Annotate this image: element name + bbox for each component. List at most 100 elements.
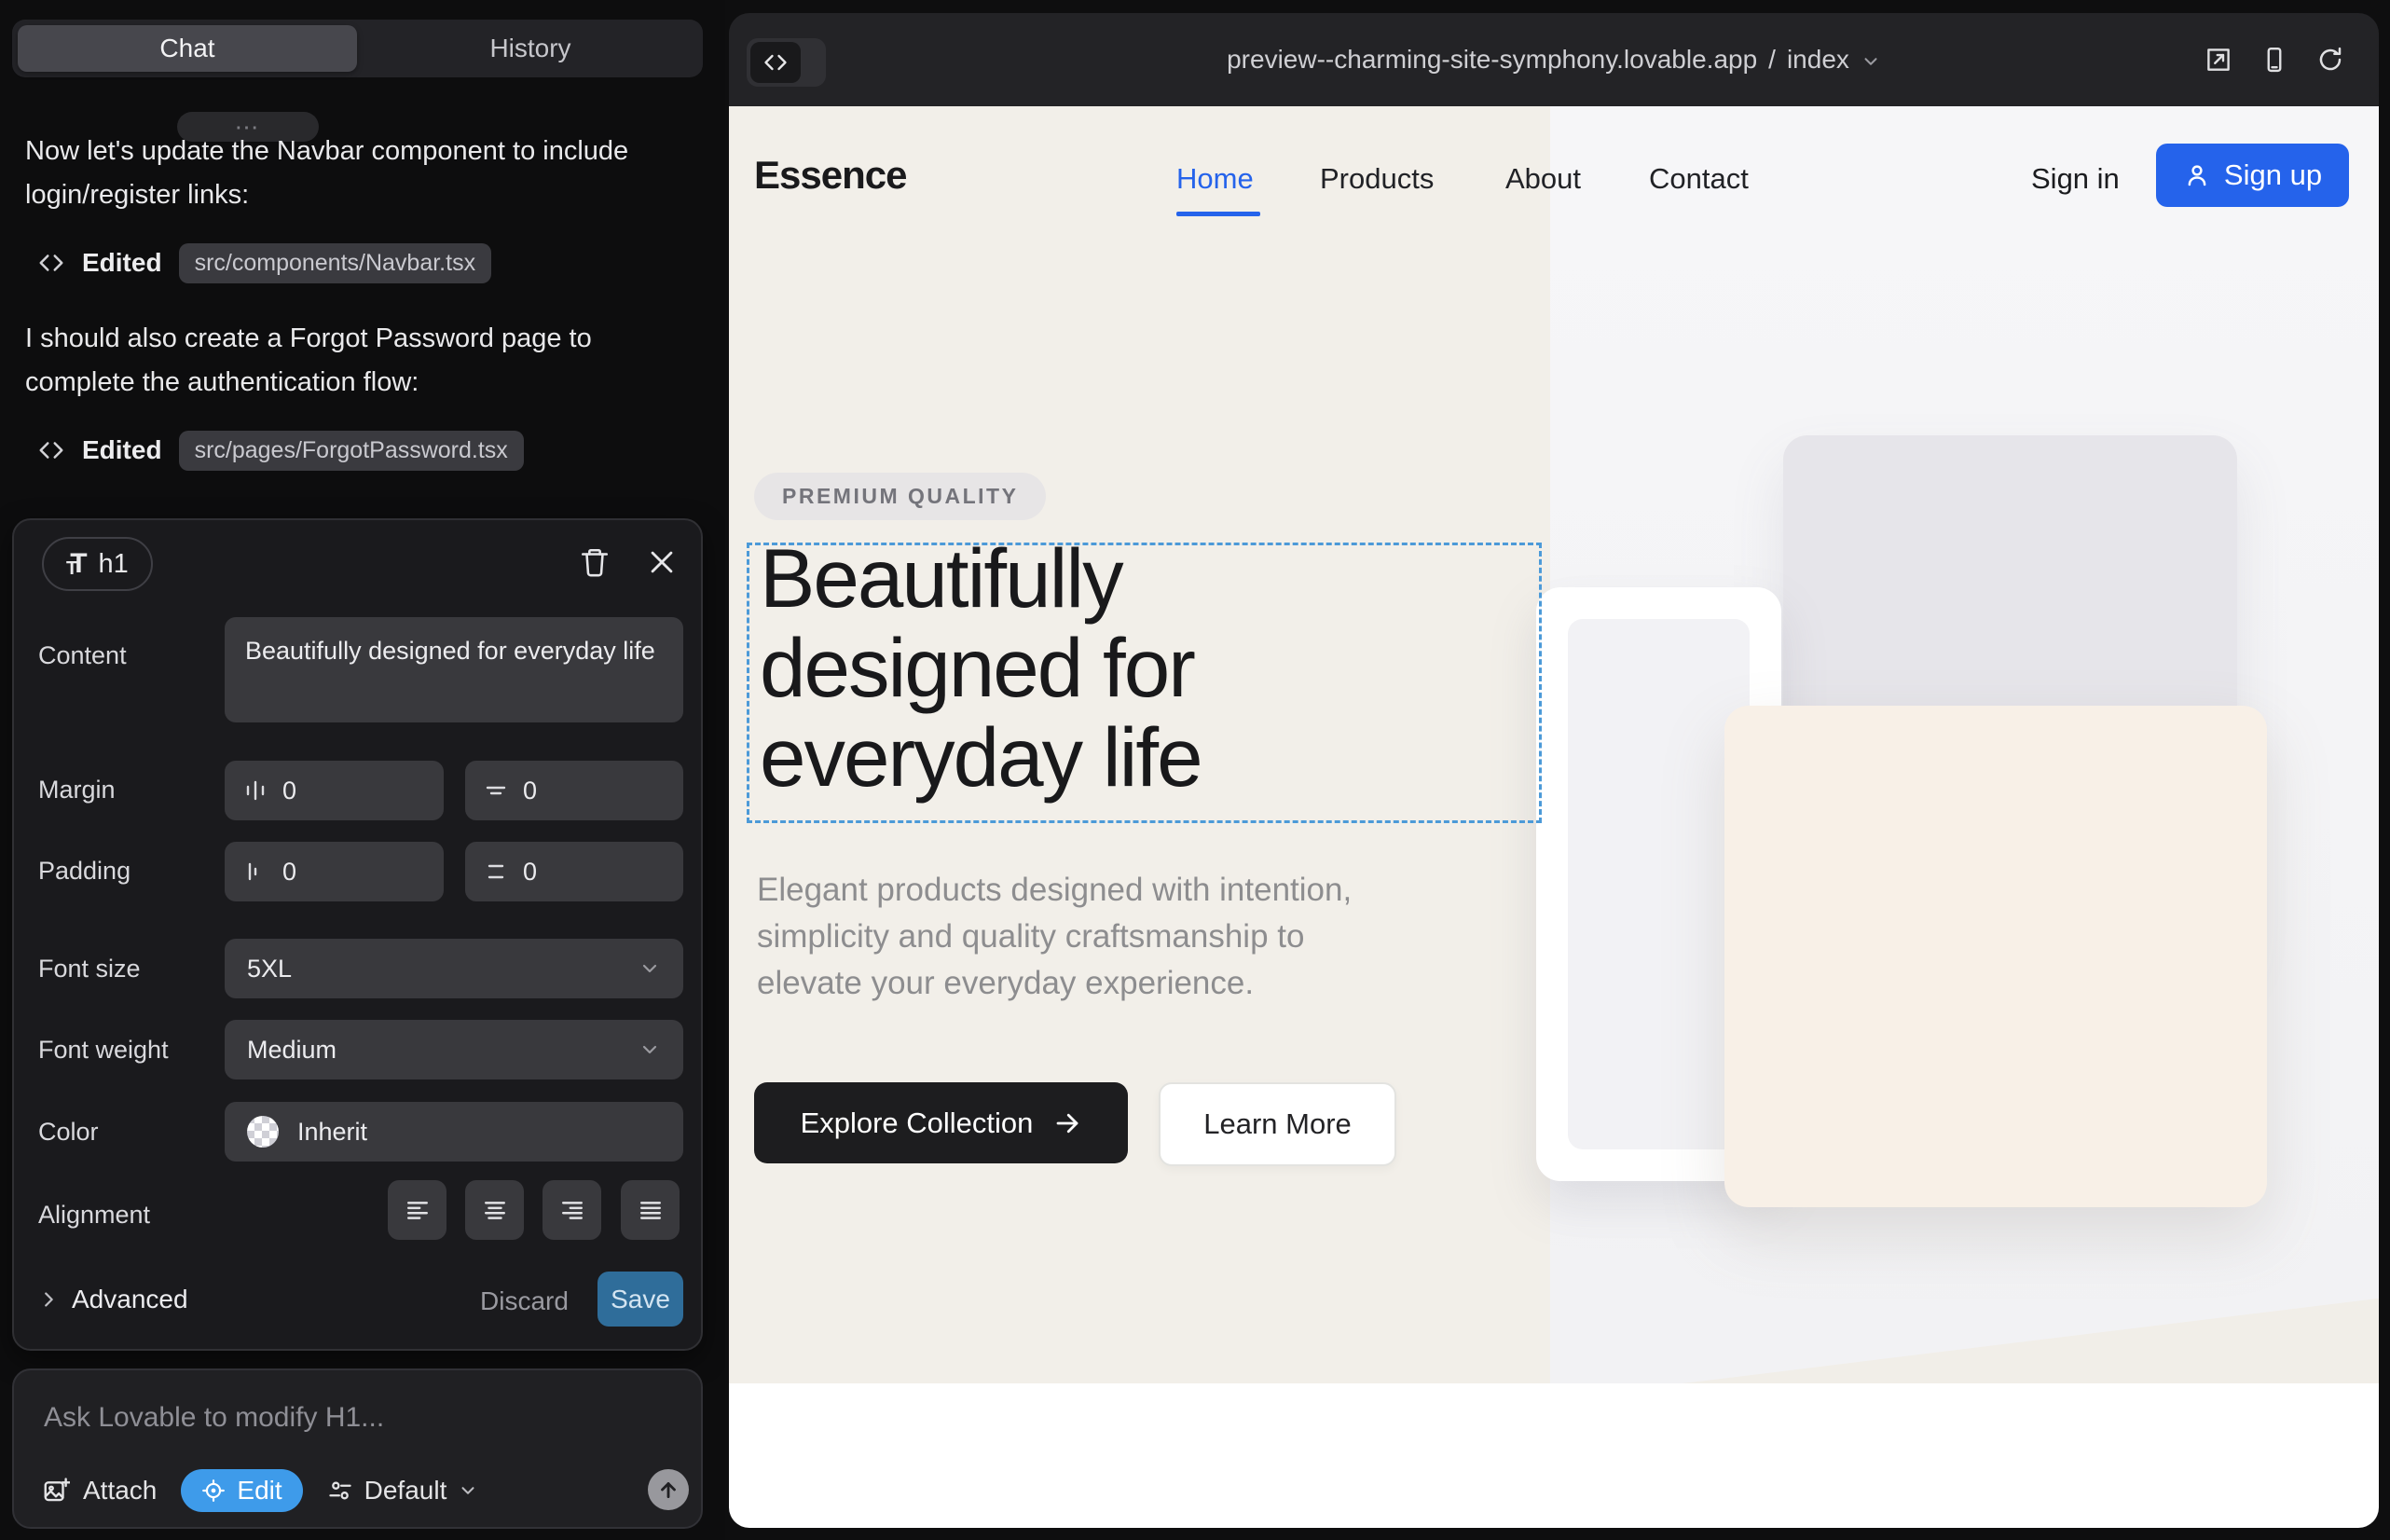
preview-pane: preview--charming-site-symphony.lovable.…	[725, 0, 2390, 1540]
close-panel-button[interactable]	[646, 546, 678, 578]
nav-link-contact[interactable]: Contact	[1649, 162, 1749, 196]
decor-card-white-inner	[1568, 619, 1750, 1149]
code-icon	[37, 249, 65, 277]
selected-element-chip[interactable]: TT h1	[42, 537, 153, 591]
attach-button[interactable]: Attach	[42, 1476, 157, 1506]
font-weight-label: Font weight	[38, 1036, 169, 1065]
padding-horizontal-icon	[243, 859, 268, 884]
send-button[interactable]	[648, 1469, 689, 1510]
alignment-label: Alignment	[38, 1201, 150, 1230]
nav-link-about[interactable]: About	[1505, 162, 1581, 196]
color-select[interactable]: Inherit	[225, 1102, 683, 1162]
code-icon	[37, 436, 65, 464]
browser-actions	[2205, 13, 2344, 106]
delete-element-button[interactable]	[579, 546, 611, 578]
arrow-up-icon	[656, 1478, 680, 1502]
align-left-button[interactable]	[388, 1180, 446, 1240]
edited-file-chip[interactable]: src/pages/ForgotPassword.tsx	[179, 431, 524, 471]
padding-x-value: 0	[282, 858, 296, 887]
padding-vertical-icon	[484, 859, 508, 884]
margin-x-input[interactable]: 0	[225, 761, 444, 820]
edited-file-chip[interactable]: src/components/Navbar.tsx	[179, 243, 492, 283]
open-external-icon[interactable]	[2205, 46, 2232, 74]
chat-message: Now let's update the Navbar component to…	[25, 130, 640, 217]
chevron-down-icon	[639, 1038, 661, 1061]
font-weight-select[interactable]: Medium	[225, 1020, 683, 1079]
padding-label: Padding	[38, 857, 130, 886]
edited-file-row: Edited src/components/Navbar.tsx	[37, 243, 491, 282]
margin-y-value: 0	[523, 777, 537, 805]
edit-target-icon	[201, 1478, 226, 1503]
code-view-toggle[interactable]	[747, 38, 826, 87]
user-icon	[2183, 161, 2211, 189]
lovable-app: Chat History ⋯ Now let's update the Navb…	[0, 0, 2390, 1540]
decor-card-cream	[1724, 706, 2267, 1207]
learn-more-button[interactable]: Learn More	[1159, 1082, 1396, 1166]
content-label: Content	[38, 641, 127, 670]
padding-y-value: 0	[523, 858, 537, 887]
tab-chat[interactable]: Chat	[18, 25, 357, 72]
attach-label: Attach	[83, 1476, 157, 1506]
content-input[interactable]: Beautifully designed for everyday life	[225, 617, 683, 722]
nav-link-home[interactable]: Home	[1176, 162, 1254, 196]
color-value: Inherit	[297, 1118, 367, 1147]
advanced-label: Advanced	[72, 1285, 188, 1314]
align-right-button[interactable]	[543, 1180, 601, 1240]
edited-label: Edited	[82, 435, 162, 465]
align-justify-button[interactable]	[621, 1180, 680, 1240]
arrow-right-icon	[1053, 1109, 1081, 1137]
tab-history[interactable]: History	[358, 20, 703, 77]
color-label: Color	[38, 1118, 99, 1147]
color-swatch	[247, 1116, 279, 1148]
element-tag-label: h1	[99, 549, 129, 580]
discard-button[interactable]: Discard	[480, 1286, 569, 1316]
sidebar-tabs: Chat History	[12, 20, 703, 77]
site-logo[interactable]: Essence	[754, 153, 906, 198]
edit-mode-button[interactable]: Edit	[181, 1469, 302, 1512]
chevron-down-icon	[639, 957, 661, 980]
nav-link-products[interactable]: Products	[1320, 162, 1434, 196]
cta-secondary-label: Learn More	[1203, 1107, 1352, 1141]
edit-label: Edit	[237, 1476, 282, 1506]
margin-vertical-icon	[484, 778, 508, 803]
align-center-button[interactable]	[465, 1180, 524, 1240]
code-icon	[750, 42, 801, 83]
signup-button[interactable]: Sign up	[2156, 144, 2349, 207]
sliders-icon	[327, 1478, 353, 1504]
edited-label: Edited	[82, 248, 162, 278]
chat-sidebar: Chat History ⋯ Now let's update the Navb…	[0, 0, 725, 1540]
chat-composer: Ask Lovable to modify H1... Attach Edit	[12, 1368, 703, 1529]
advanced-toggle[interactable]: Advanced	[38, 1285, 188, 1314]
preview-url: preview--charming-site-symphony.lovable.…	[1227, 45, 1757, 75]
composer-input[interactable]: Ask Lovable to modify H1...	[44, 1402, 384, 1434]
explore-collection-button[interactable]: Explore Collection	[754, 1082, 1128, 1163]
font-size-label: Font size	[38, 955, 141, 983]
mobile-view-icon[interactable]	[2260, 46, 2288, 74]
margin-label: Margin	[38, 776, 116, 804]
nav-active-underline	[1176, 212, 1260, 216]
chevron-down-icon	[1861, 51, 1881, 72]
typography-icon: TT	[66, 548, 88, 580]
chat-message: I should also create a Forgot Password p…	[25, 317, 640, 405]
url-bar[interactable]: preview--charming-site-symphony.lovable.…	[1009, 13, 2099, 106]
element-editor-panel: TT h1 Content Beautifully designed for e…	[12, 518, 703, 1351]
refresh-icon[interactable]	[2316, 46, 2344, 74]
page-name: index	[1787, 45, 1849, 75]
preview-page: Essence Home Products About Contact Sign…	[729, 106, 2379, 1528]
save-button[interactable]: Save	[598, 1272, 683, 1327]
margin-x-value: 0	[282, 777, 296, 805]
padding-y-input[interactable]: 0	[465, 842, 683, 901]
chevron-down-icon	[458, 1480, 478, 1501]
padding-x-input[interactable]: 0	[225, 842, 444, 901]
margin-y-input[interactable]: 0	[465, 761, 683, 820]
default-label: Default	[364, 1476, 447, 1506]
model-default-button[interactable]: Default	[327, 1476, 479, 1506]
hero-heading[interactable]: Beautifully designed for everyday life	[760, 533, 1412, 802]
edited-file-row: Edited src/pages/ForgotPassword.tsx	[37, 431, 524, 470]
signin-link[interactable]: Sign in	[2031, 162, 2120, 196]
attach-image-icon	[42, 1477, 70, 1505]
margin-horizontal-icon	[243, 778, 268, 803]
font-size-select[interactable]: 5XL	[225, 939, 683, 998]
composer-toolbar: Attach Edit Default	[42, 1469, 478, 1512]
hero-description: Elegant products designed with intention…	[757, 867, 1414, 1007]
